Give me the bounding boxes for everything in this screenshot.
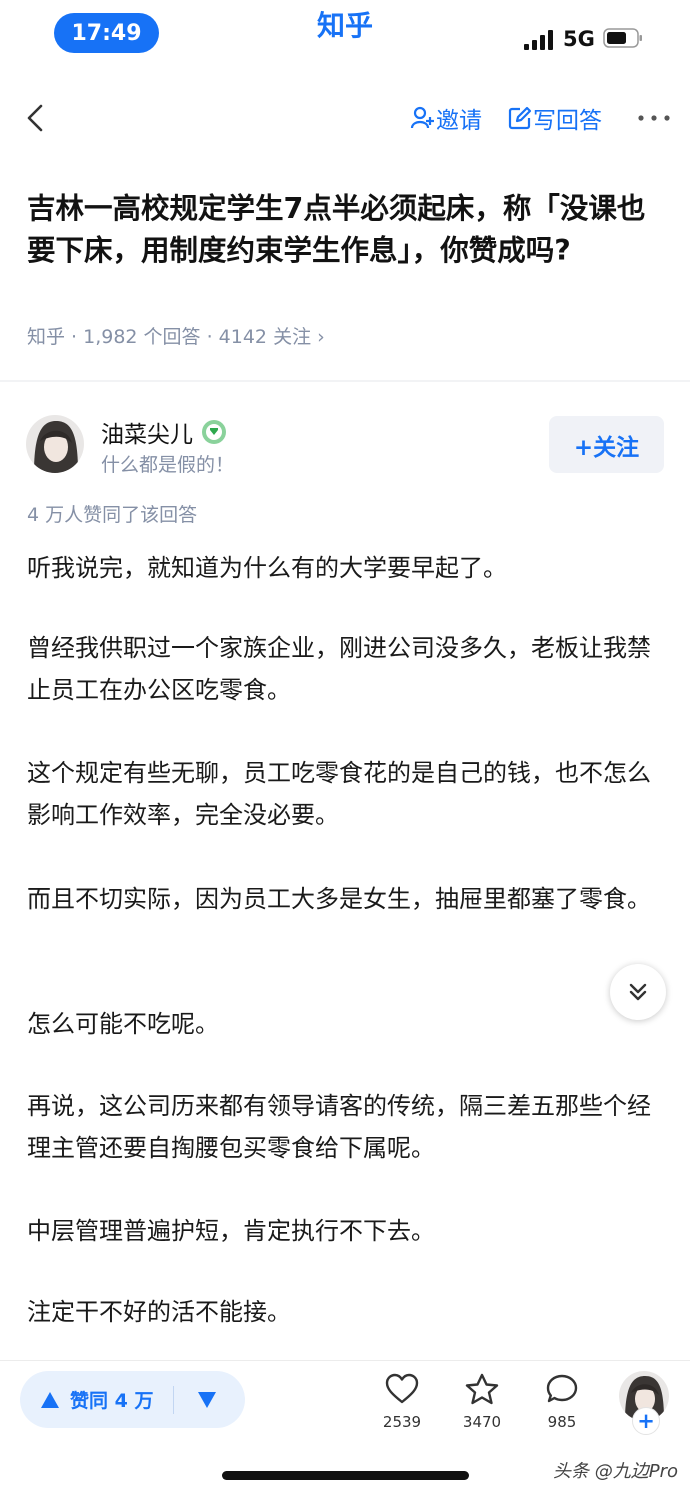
follow-button[interactable]: +关注 xyxy=(549,416,664,473)
answer-paragraph: 这个规定有些无聊，员工吃零食花的是自己的钱，也不怎么影响工作效率，完全没必要。 xyxy=(27,759,651,829)
follow-plus-button[interactable]: + xyxy=(632,1407,660,1435)
comment-count: 985 xyxy=(547,1413,577,1431)
back-button[interactable] xyxy=(22,100,52,136)
like-count: 2539 xyxy=(382,1413,422,1431)
like-button[interactable]: 2539 xyxy=(372,1373,432,1431)
author-avatar[interactable] xyxy=(26,415,84,473)
answer-paragraph: 注定干不好的活不能接。 xyxy=(27,1298,291,1326)
network-type: 5G xyxy=(563,27,595,51)
question-meta[interactable]: 知乎 · 1,982 个回答 · 4142 关注 › xyxy=(27,322,325,349)
invite-user-icon xyxy=(410,106,434,129)
vote-group: 赞同 4 万 xyxy=(20,1371,245,1428)
comment-icon xyxy=(546,1374,578,1403)
heart-icon xyxy=(385,1373,419,1404)
favorite-count: 3470 xyxy=(462,1413,502,1431)
downvote-button[interactable] xyxy=(174,1371,240,1428)
answer-paragraph: 听我说完，就知道为什么有的大学要早起了。 xyxy=(27,554,507,582)
upvote-button[interactable]: 赞同 4 万 xyxy=(20,1371,153,1428)
answer-paragraph: 而且不切实际，因为员工大多是女生，抽屉里都塞了零食。 xyxy=(27,885,651,913)
star-icon xyxy=(465,1373,499,1405)
more-icon[interactable] xyxy=(637,106,671,130)
answer-paragraph: 曾经我供职过一个家族企业，刚进公司没多久，老板让我禁止员工在办公区吃零食。 xyxy=(27,634,651,704)
favorite-button[interactable]: 3470 xyxy=(452,1373,512,1431)
battery-icon xyxy=(603,28,642,48)
author-bio: 什么都是假的！ xyxy=(101,454,235,476)
answer-paragraph: 再说，这公司历来都有领导请客的传统，隔三差五那些个经理主管还要自掏腰包买零食给下… xyxy=(27,1092,651,1162)
author-name: 油菜尖儿 xyxy=(101,422,193,448)
edit-icon xyxy=(508,106,532,130)
answer-paragraph: 怎么可能不吃呢。 xyxy=(27,1010,219,1038)
section-divider xyxy=(0,380,690,382)
write-answer-button[interactable]: 写回答 xyxy=(507,100,602,136)
invite-label: 邀请 xyxy=(436,108,482,134)
app-name: 知乎 xyxy=(316,9,373,42)
next-answer-button[interactable] xyxy=(610,964,666,1020)
answer-paragraph: 中层管理普遍护短，肯定执行不下去。 xyxy=(27,1217,435,1245)
author-name-row[interactable]: 油菜尖儿 xyxy=(101,415,227,449)
question-title[interactable]: 吉林一高校规定学生7点半必须起床，称「没课也要下床，用制度约束学生作息」，你赞成… xyxy=(27,188,657,272)
chevron-left-icon xyxy=(27,104,43,132)
approve-count: 4 万人赞同了该回答 xyxy=(27,504,198,526)
invite-button[interactable]: 邀请 xyxy=(410,100,482,136)
comment-button[interactable]: 985 xyxy=(532,1373,592,1431)
upvote-label: 赞同 4 万 xyxy=(70,1390,154,1412)
write-answer-label: 写回答 xyxy=(533,108,602,134)
triangle-up-icon xyxy=(41,1391,59,1408)
home-indicator[interactable] xyxy=(222,1471,469,1480)
triangle-down-icon xyxy=(198,1391,217,1408)
verified-badge-icon xyxy=(202,420,226,444)
double-chevron-down-icon xyxy=(629,983,647,1001)
watermark: 头条 @九边Pro xyxy=(553,1461,678,1482)
signal-icon xyxy=(524,30,553,50)
status-time: 17:49 xyxy=(54,13,159,53)
